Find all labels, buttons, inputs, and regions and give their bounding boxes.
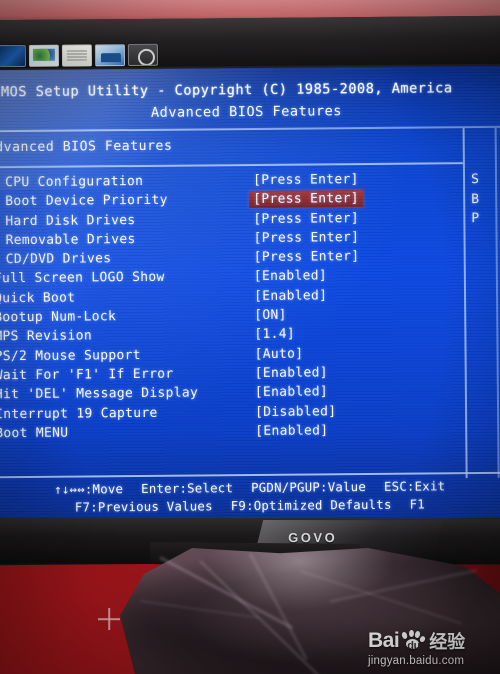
page-title: Advanced BIOS Features bbox=[0, 138, 173, 156]
footer-key: F9:Optimized Defaults bbox=[230, 496, 392, 513]
settings-list: CPU Configuration [Press Enter] Boot Devic… bbox=[0, 170, 465, 444]
setting-value[interactable]: [Enabled] bbox=[255, 423, 328, 439]
setting-label: Boot Device Priority bbox=[5, 193, 168, 210]
footer-key: F1 bbox=[409, 495, 425, 512]
sticker-badge-1 bbox=[0, 44, 27, 68]
footer-key: PGDN/PGUP:Value bbox=[250, 478, 367, 495]
bios-screen: CMOS Setup Utility - Copyright (C) 1985-… bbox=[0, 65, 500, 523]
setting-label: Hard Disk Drives bbox=[5, 212, 136, 229]
sticker-badge-5 bbox=[127, 43, 159, 67]
setting-value[interactable]: [1.4] bbox=[254, 327, 295, 342]
help-panel-line: P bbox=[471, 210, 480, 227]
setting-value[interactable]: [Enabled] bbox=[254, 288, 327, 304]
footer-key: ↑↓↔↔:Move bbox=[54, 481, 124, 497]
setting-label: Boot MENU bbox=[0, 425, 69, 442]
footer-key: ESC:Exit bbox=[383, 478, 446, 494]
paw-icon: du bbox=[401, 630, 426, 652]
desk-star-marking bbox=[98, 608, 120, 630]
setting-value[interactable]: [Auto] bbox=[254, 346, 303, 361]
setting-label: Removable Drives bbox=[5, 231, 136, 249]
help-panel-line: S bbox=[470, 171, 479, 188]
settings-panel: CPU Configuration [Press Enter] Boot Devic… bbox=[0, 166, 466, 474]
setting-label: Quick Boot bbox=[0, 290, 76, 307]
setting-label: Interrupt 19 Capture bbox=[0, 405, 158, 422]
footer-key: Enter:Select bbox=[141, 480, 234, 496]
sticker-badge-3 bbox=[61, 44, 93, 67]
monitor-top-bezel bbox=[0, 15, 500, 69]
watermark-brand: Bai bbox=[368, 629, 400, 652]
setting-label: Bootup Num-Lock bbox=[0, 309, 117, 326]
setting-value[interactable]: [Press Enter] bbox=[249, 190, 363, 209]
watermark-url: jingyan.baidu.com bbox=[368, 655, 465, 667]
setting-value[interactable]: [Disabled] bbox=[255, 404, 336, 420]
bezel-stickers bbox=[0, 43, 159, 68]
setting-value[interactable]: [Press Enter] bbox=[253, 211, 359, 227]
setting-value[interactable]: [Press Enter] bbox=[253, 230, 359, 246]
watermark-suffix: 经验 bbox=[429, 632, 466, 653]
setting-value[interactable]: [Press Enter] bbox=[253, 172, 359, 188]
setting-label: CD/DVD Drives bbox=[5, 251, 112, 268]
help-panel-line: B bbox=[471, 191, 480, 207]
bios-header-subtitle: Advanced BIOS Features bbox=[150, 103, 343, 121]
setting-label: PS/2 Mouse Support bbox=[0, 347, 141, 364]
baidu-watermark: Bai du 经验 jingyan.baidu.com bbox=[368, 628, 492, 667]
watermark-mark: du bbox=[407, 640, 421, 652]
setting-value[interactable]: [ON] bbox=[254, 308, 287, 323]
settings-row[interactable]: Boot MENU [Enabled] bbox=[0, 421, 465, 444]
sticker-badge-4 bbox=[94, 44, 126, 67]
setting-value[interactable]: [Enabled] bbox=[255, 365, 328, 381]
monitor: CMOS Setup Utility - Copyright (C) 1985-… bbox=[0, 15, 500, 566]
footer-line-2: F7:Previous Values F9:Optimized Defaults F… bbox=[0, 494, 500, 516]
photo-scene: CMOS Setup Utility - Copyright (C) 1985-… bbox=[0, 0, 500, 674]
header-divider bbox=[0, 125, 500, 133]
footer-help: ↑↓↔↔:Move Enter:Select PGDN/PGUP:Value ESC:… bbox=[0, 477, 500, 517]
setting-value[interactable]: [Enabled] bbox=[255, 385, 328, 401]
setting-label: CPU Configuration bbox=[4, 173, 144, 191]
sticker-badge-2 bbox=[28, 44, 60, 67]
setting-label: MPS Revision bbox=[0, 328, 92, 345]
setting-value[interactable]: [Enabled] bbox=[254, 269, 327, 285]
setting-label: Wait For 'F1' If Error bbox=[0, 366, 174, 384]
setting-label: Full Screen LOGO Show bbox=[0, 270, 165, 287]
setting-label: Hit 'DEL' Message Display bbox=[0, 385, 199, 403]
footer-key: F7:Previous Values bbox=[74, 497, 213, 515]
bios-header-title: CMOS Setup Utility - Copyright (C) 1985-… bbox=[0, 80, 453, 101]
help-panel: SBP bbox=[471, 170, 500, 229]
setting-value[interactable]: [Press Enter] bbox=[254, 249, 360, 265]
